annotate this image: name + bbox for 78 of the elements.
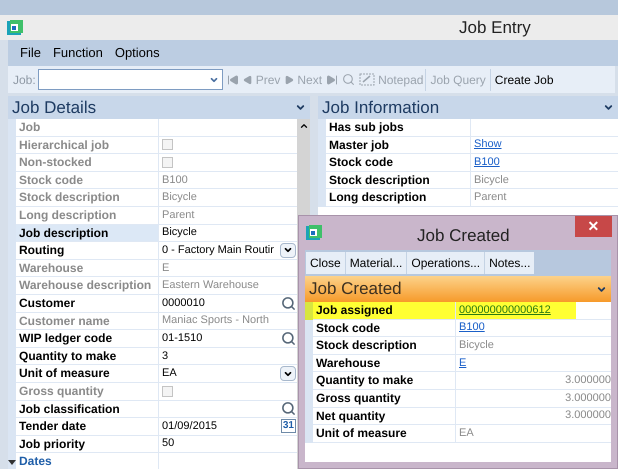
- field-value[interactable]: 3: [162, 348, 168, 365]
- last-record-icon: [326, 74, 338, 86]
- field-value: 3.000000: [565, 390, 611, 406]
- close-button[interactable]: ✕: [575, 216, 612, 237]
- previous-icon: [242, 74, 253, 84]
- field-value[interactable]: 0000010: [162, 294, 205, 312]
- field-label: Non-stocked: [16, 154, 158, 172]
- caret-icon[interactable]: [603, 102, 614, 113]
- toolbar-button[interactable]: Material...: [344, 252, 406, 274]
- window-title: Job Entry: [459, 16, 531, 39]
- dialog-title: Job Created: [417, 225, 510, 247]
- field-value[interactable]: 0 - Factory Main Routir: [162, 242, 274, 259]
- field-label: Job assigned: [313, 302, 455, 320]
- job-combo-field[interactable]: [38, 69, 223, 90]
- field-label: Has sub jobs: [326, 119, 470, 137]
- field-label: Net quantity: [313, 408, 455, 426]
- field-label: Stock description: [313, 337, 455, 355]
- job-label: Job:: [13, 72, 36, 88]
- link[interactable]: E: [459, 354, 466, 372]
- section-title: Job Created: [309, 278, 402, 300]
- panel-title: Job Information: [322, 96, 440, 119]
- field-label: Quantity to make: [313, 372, 455, 390]
- next-icon: [284, 74, 294, 84]
- field-value[interactable]: 50: [162, 435, 174, 452]
- field-value[interactable]: Bicycle: [162, 224, 197, 242]
- app-logo-icon: [305, 224, 323, 242]
- link[interactable]: B100: [474, 154, 500, 171]
- field-label: Hierarchical job: [16, 136, 158, 154]
- field-label: Warehouse description: [16, 277, 158, 295]
- field-label: Stock code: [326, 154, 470, 172]
- menu-item[interactable]: Options: [114, 43, 160, 63]
- field-value: Bicycle: [474, 172, 509, 188]
- field-value: 3.000000: [565, 373, 611, 388]
- field-value[interactable]: 01/09/2015: [162, 418, 218, 435]
- menu-item[interactable]: Function: [52, 43, 103, 63]
- field-label: Stock code: [313, 320, 455, 338]
- search-icon[interactable]: [281, 330, 296, 346]
- dropdown-button[interactable]: [280, 366, 296, 382]
- field-label: Quantity to make: [16, 348, 158, 366]
- search-icon[interactable]: [281, 401, 296, 416]
- field-label: WIP ledger code: [16, 330, 158, 348]
- link[interactable]: Show: [474, 136, 502, 154]
- field-label: Customer name: [16, 312, 158, 330]
- field-label: Unit of measure: [313, 425, 455, 443]
- toolbar-button[interactable]: Close: [306, 252, 345, 274]
- field-label: Job description: [16, 224, 158, 242]
- menu-item[interactable]: File: [20, 43, 41, 63]
- field-value[interactable]: EA: [162, 365, 177, 382]
- notepad-icon: [359, 73, 376, 86]
- caret-icon[interactable]: [295, 102, 306, 113]
- scroll-up-icon[interactable]: [298, 121, 308, 131]
- field-value: 3.000000: [565, 408, 611, 424]
- field-value: Parent: [474, 190, 506, 206]
- first-record-icon: [226, 74, 239, 86]
- search-icon: [342, 73, 356, 86]
- dropdown-button[interactable]: [280, 242, 296, 258]
- field-label: Long description: [326, 189, 470, 207]
- calendar-button[interactable]: 31: [280, 419, 296, 434]
- field-label: Unit of measure: [16, 365, 158, 383]
- field-label: Job classification: [16, 400, 158, 418]
- field-label: Routing: [16, 242, 158, 260]
- panel-title: Job Details: [12, 96, 96, 119]
- link[interactable]: 000000000000612: [459, 302, 551, 319]
- app-logo-icon: [6, 18, 24, 36]
- field-value[interactable]: 01-1510: [162, 330, 202, 347]
- toolbar-button[interactable]: Notes...: [484, 252, 534, 274]
- field-label: Master job: [326, 136, 470, 154]
- toolbar-button[interactable]: Create Job: [490, 68, 558, 90]
- link[interactable]: B100: [459, 319, 485, 336]
- field-label: Stock description: [326, 172, 470, 190]
- field-value: Bicycle: [459, 338, 494, 353]
- field-label: Tender date: [16, 418, 158, 436]
- field-label: Stock description: [16, 189, 158, 207]
- search-icon[interactable]: [281, 296, 296, 311]
- field-label: Job priority: [16, 436, 158, 454]
- toolbar-button[interactable]: Operations...: [406, 252, 484, 274]
- field-value: EA: [459, 426, 474, 441]
- field-label: Job: [16, 119, 158, 137]
